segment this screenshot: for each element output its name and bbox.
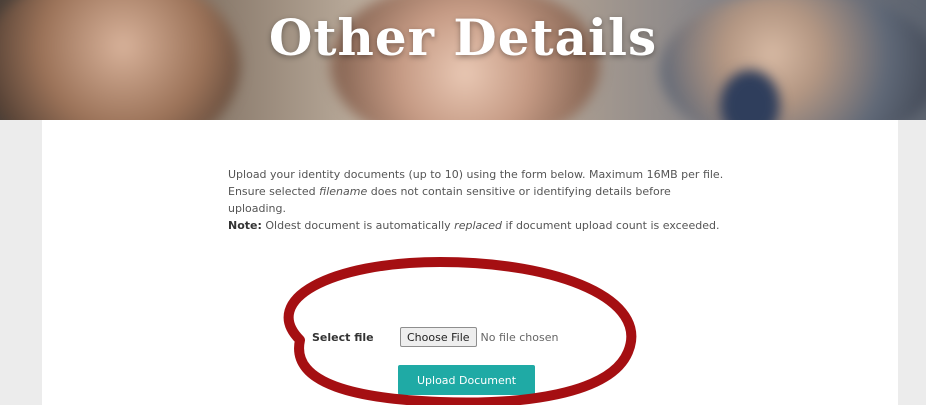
page: Other Details Upload your identity docum…	[0, 0, 926, 405]
note-text: if document upload count is exceeded.	[502, 219, 720, 232]
instruction-line-filename: Ensure selected filename does not contai…	[228, 183, 728, 217]
instruction-text: Ensure selected	[228, 185, 320, 198]
select-file-label: Select file	[312, 330, 374, 344]
upload-document-button[interactable]: Upload Document	[398, 365, 535, 395]
choose-file-button[interactable]: Choose File	[400, 327, 477, 347]
main-content: Upload your identity documents (up to 10…	[42, 120, 898, 405]
upload-instructions: Upload your identity documents (up to 10…	[228, 166, 728, 234]
note-text: Oldest document is automatically	[261, 219, 455, 232]
page-title: Other Details	[268, 8, 658, 67]
instruction-emphasis: filename	[319, 185, 368, 198]
right-gutter	[898, 120, 926, 405]
file-select-row: Select file Choose File No file chosen	[312, 326, 558, 348]
note-emphasis: replaced	[454, 219, 503, 232]
header-banner: Other Details	[0, 0, 926, 120]
instruction-line-note: Note: Oldest document is automatically r…	[228, 217, 728, 234]
note-label: Note:	[228, 219, 262, 232]
left-gutter	[0, 120, 42, 405]
file-status-text: No file chosen	[480, 330, 559, 344]
instruction-line-limits: Upload your identity documents (up to 10…	[228, 168, 724, 181]
